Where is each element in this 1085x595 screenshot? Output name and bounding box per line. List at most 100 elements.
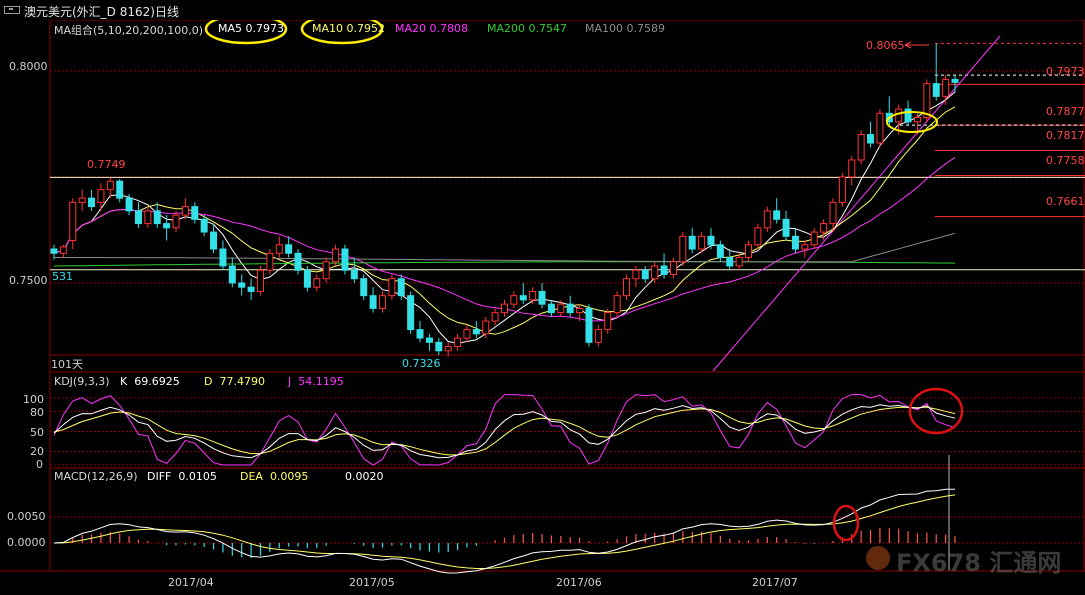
level-label: 0.7758 [1046, 154, 1085, 167]
window-icon [4, 6, 20, 14]
candle-body [482, 320, 490, 335]
candle-body [106, 180, 114, 191]
candle-body [454, 337, 462, 348]
kdj-tick-label: 20 [30, 445, 44, 458]
candle-body [651, 265, 659, 280]
candle-body [942, 78, 950, 97]
candle-body [613, 295, 621, 314]
candle-body [547, 303, 555, 314]
legend-dea: DEA 0.0095 [240, 470, 309, 483]
candle-body [754, 227, 762, 246]
candle-body [782, 218, 790, 237]
candle-body [688, 235, 696, 250]
legend-k: K 69.6925 [120, 375, 180, 388]
candle-body [820, 223, 828, 233]
candle-body [810, 231, 818, 246]
candle-body [341, 248, 349, 271]
candle-body [623, 278, 631, 297]
candle-body [256, 269, 264, 292]
macd-tick-label: 0.0050 [7, 510, 46, 523]
candle-body [895, 108, 903, 123]
candle-body [829, 201, 837, 225]
level-label: 0.7661 [1046, 195, 1085, 208]
candle-body [876, 112, 884, 144]
candle-body [716, 244, 724, 259]
candle-body [913, 117, 921, 123]
candle-body [332, 248, 340, 263]
legend-diff: DIFF 0.0105 [147, 470, 217, 483]
annotations [204, 13, 964, 542]
candle-body [228, 265, 236, 284]
label-531: 531 [52, 270, 73, 283]
label-high-right: 0.8065 [866, 39, 905, 52]
ma100-line [54, 232, 956, 263]
y-tick-label: 0.8000 [9, 60, 48, 73]
candle-body [294, 252, 302, 271]
title-bar: 澳元美元(外汇_D 8162)日线 [0, 0, 1085, 20]
candle-body [519, 295, 527, 301]
candle-body [585, 307, 593, 343]
ma200-line [53, 261, 956, 267]
candle-body [867, 134, 875, 144]
highlight-support [886, 111, 938, 133]
legend-d: D 77.4790 [204, 375, 265, 388]
candle-body [266, 252, 274, 271]
high-arrow [903, 41, 929, 49]
candle-body [557, 303, 565, 314]
label-low: 0.7326 [402, 357, 441, 370]
macd-histogram [53, 488, 956, 574]
candle-body [857, 134, 865, 161]
watermark-logo-icon [866, 546, 890, 570]
candle-body [360, 278, 368, 297]
watermark: FX678 汇通网 [896, 549, 1062, 577]
candle-body [116, 180, 124, 199]
candle-body [275, 244, 283, 254]
candle-body [538, 290, 546, 305]
kdj-j-line [53, 394, 956, 466]
candle-body [726, 257, 734, 267]
candle-body [698, 235, 706, 250]
legend-ma-group: MA组合(5,10,20,200,100,0) [54, 24, 204, 37]
candle-body [679, 235, 687, 263]
candle-body [501, 303, 508, 314]
candle-body [932, 83, 940, 97]
x-tick-label: 2017/07 [752, 576, 798, 589]
candle-body [210, 231, 218, 250]
candlestick-chart[interactable] [0, 0, 1085, 595]
candles[interactable] [50, 43, 959, 357]
label-period: 101天 [51, 358, 83, 371]
candle-body [78, 197, 86, 203]
legend-ma5: MA5 0.7973 [218, 22, 284, 35]
macd-dea-line [53, 494, 956, 569]
candle-body [435, 341, 443, 352]
x-tick-label: 2017/05 [349, 576, 395, 589]
candle-body [200, 218, 208, 233]
candle-body [407, 295, 415, 331]
candle-body [238, 282, 246, 288]
candle-body [181, 206, 189, 216]
candle-body [153, 210, 161, 225]
candle-body [425, 337, 433, 343]
candle-body [951, 78, 959, 83]
candle-body [378, 295, 386, 309]
candle-body [491, 312, 499, 322]
level-label: 0.7817 [1046, 129, 1085, 142]
candle-body [247, 286, 255, 292]
candle-body [669, 261, 677, 275]
candle-body [735, 257, 743, 267]
legend-ma20: MA20 0.7808 [395, 22, 468, 35]
candle-body [144, 210, 152, 225]
candle-body [576, 307, 584, 314]
candle-body [59, 246, 67, 254]
kdj-tick-label: 100 [23, 393, 44, 406]
chart-title: 澳元美元(外汇_D 8162)日线 [24, 5, 179, 19]
macd-tick-label: 0.0000 [7, 536, 46, 549]
candle-body [388, 278, 396, 297]
candle-body [416, 329, 424, 339]
legend-ma100: MA100 0.7589 [585, 22, 665, 35]
x-tick-label: 2017/04 [168, 576, 214, 589]
candle-body [125, 197, 133, 212]
candle-body [191, 206, 199, 220]
legend-j: J 54.1195 [288, 375, 344, 388]
candle-body [350, 269, 358, 280]
